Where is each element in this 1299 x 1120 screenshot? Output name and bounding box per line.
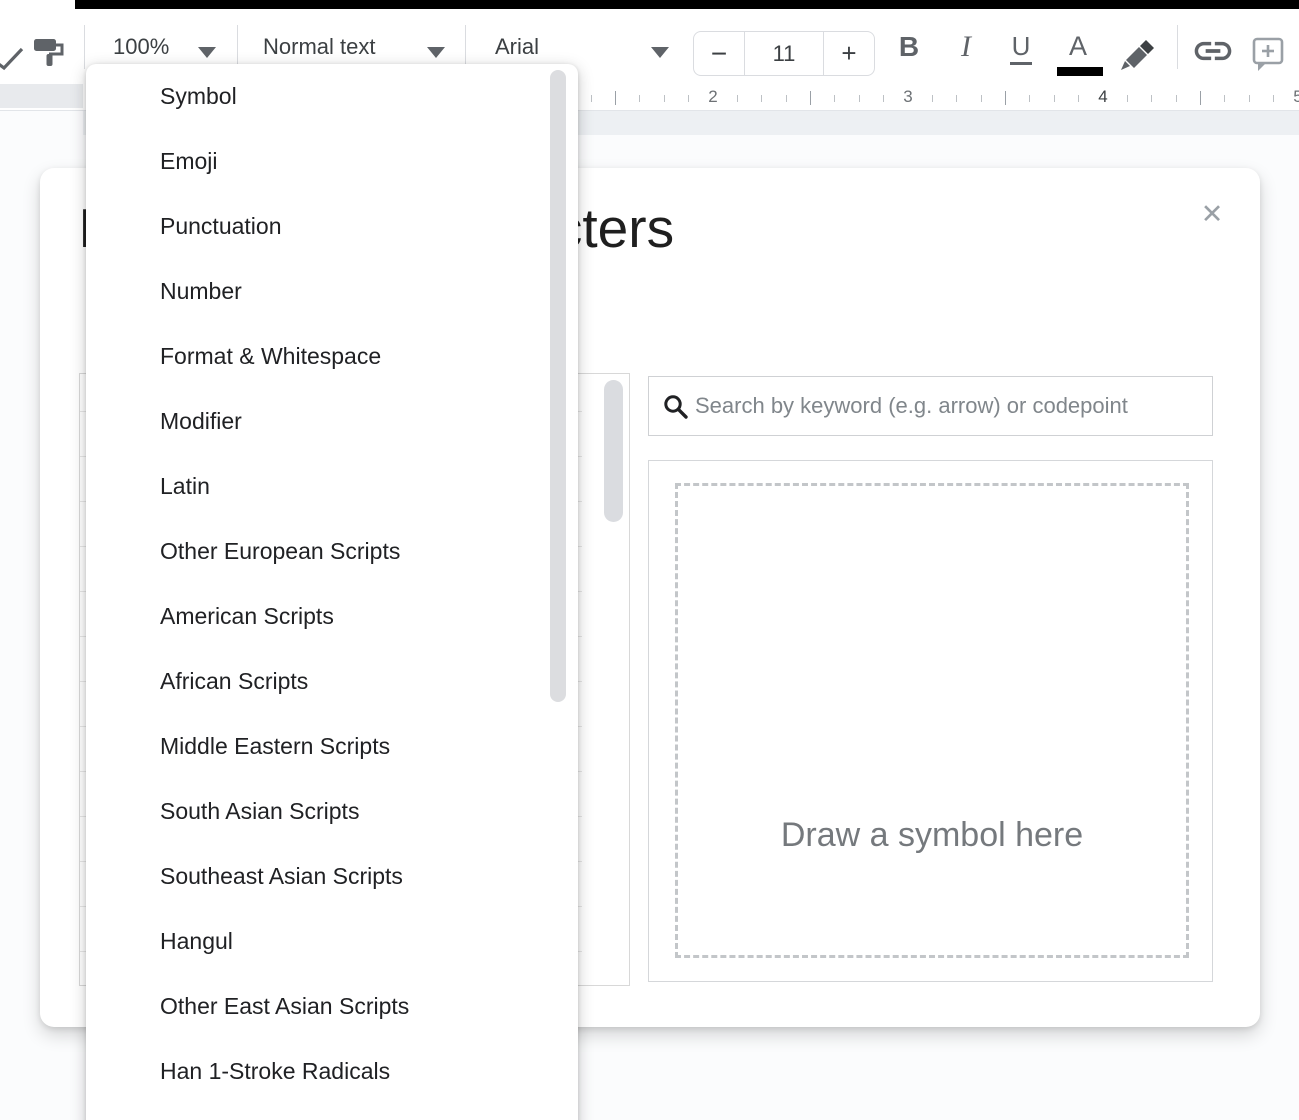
ruler-number: 2 [708,87,717,107]
ruler-tick [664,95,665,102]
ruler-tick [859,95,860,102]
paint-format-icon[interactable] [30,35,68,71]
highlight-color-icon[interactable] [1116,33,1160,73]
ruler-number: 3 [903,87,912,107]
menu-item-american-scripts[interactable]: American Scripts [86,584,578,649]
symbol-search-box [648,376,1213,436]
ruler-tick [883,95,884,102]
ruler-tick [1273,95,1274,102]
menu-item-south-asian-scripts[interactable]: South Asian Scripts [86,779,578,844]
close-icon[interactable]: ✕ [1194,196,1230,232]
menu-item-middle-eastern-scripts[interactable]: Middle Eastern Scripts [86,714,578,779]
underline-button[interactable]: U [1004,9,1038,84]
ruler-number: 4 [1098,87,1107,107]
menu-item-punctuation[interactable]: Punctuation [86,194,578,259]
text-color-swatch [1057,67,1103,76]
draw-symbol-hint: Draw a symbol here [781,816,1083,855]
draw-symbol-panel: Draw a symbol here [648,460,1213,982]
increase-font-size-button[interactable]: + [824,32,874,75]
menu-item-other-east-asian-scripts[interactable]: Other East Asian Scripts [86,974,578,1039]
ruler-tick [956,95,957,102]
ruler-tick [1249,95,1250,102]
toolbar-divider [1177,25,1178,69]
ruler-tick [834,95,835,102]
spell-check-icon[interactable] [0,47,26,75]
menu-item-hangul[interactable]: Hangul [86,909,578,974]
category-menu-list: SymbolEmojiPunctuationNumberFormat & Whi… [86,64,578,1104]
menu-item-emoji[interactable]: Emoji [86,129,578,194]
draw-symbol-canvas[interactable]: Draw a symbol here [675,483,1189,958]
menu-item-number[interactable]: Number [86,259,578,324]
menu-item-african-scripts[interactable]: African Scripts [86,649,578,714]
ruler-tick [810,91,811,105]
search-icon [662,393,690,421]
menu-item-modifier[interactable]: Modifier [86,389,578,454]
google-docs-screen: 100% Normal text Arial − 11 + B I U A [0,0,1299,1120]
ruler-tick [786,95,787,102]
category-menu-scrollbar[interactable] [550,70,566,702]
chevron-down-icon[interactable] [651,47,669,58]
menu-item-format-whitespace[interactable]: Format & Whitespace [86,324,578,389]
chevron-down-icon[interactable] [427,47,445,58]
menu-item-southeast-asian-scripts[interactable]: Southeast Asian Scripts [86,844,578,909]
ruler-tick [639,95,640,102]
ruler-tick [1200,91,1201,105]
top-black-bar [75,0,1299,9]
ruler-number: 5 [1293,87,1299,107]
top-strip [0,0,1299,9]
decrease-font-size-button[interactable]: − [694,32,744,75]
menu-item-latin[interactable]: Latin [86,454,578,519]
character-grid-scrollbar[interactable] [604,380,623,522]
ruler-margin-area [0,84,83,108]
menu-item-symbol[interactable]: Symbol [86,64,578,129]
ruler-tick [1078,95,1079,102]
toolbar-divider [465,25,466,69]
toolbar-divider [84,25,85,69]
ruler-tick [981,95,982,102]
ruler-tick [615,91,616,105]
category-dropdown-menu: SymbolEmojiPunctuationNumberFormat & Whi… [86,64,578,1120]
font-size-group: − 11 + [693,31,875,76]
italic-button[interactable]: I [949,9,983,84]
ruler-tick [737,95,738,102]
ruler-tick [1176,95,1177,102]
add-comment-icon[interactable] [1250,35,1290,73]
ruler-tick [1005,91,1006,105]
font-size-value[interactable]: 11 [744,32,824,75]
menu-item-other-european-scripts[interactable]: Other European Scripts [86,519,578,584]
menu-item-han-1-stroke-radicals[interactable]: Han 1-Stroke Radicals [86,1039,578,1104]
ruler-tick [591,95,592,102]
ruler-tick [1029,95,1030,102]
ruler-tick [688,95,689,102]
ruler-tick [1151,95,1152,102]
chevron-down-icon[interactable] [198,47,216,58]
bold-button[interactable]: B [892,9,926,84]
ruler-tick [1224,95,1225,102]
ruler-tick [932,95,933,102]
insert-link-icon[interactable] [1191,36,1235,66]
ruler-tick [761,95,762,102]
toolbar-divider [237,25,238,69]
ruler-tick [1054,95,1055,102]
ruler-tick [1127,95,1128,102]
search-input[interactable] [695,378,1200,434]
